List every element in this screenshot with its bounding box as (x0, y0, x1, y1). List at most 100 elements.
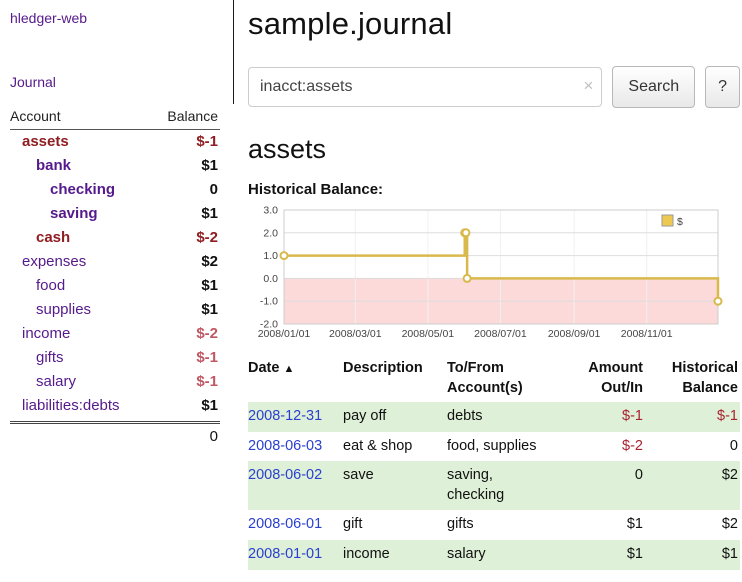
account-row: checking 0 (10, 178, 220, 202)
account-link-liabilities-debts[interactable]: liabilities:debts (10, 397, 120, 415)
register-table: Date ▲ Description To/From Account(s) Am… (248, 357, 740, 570)
clear-search-icon[interactable]: × (583, 76, 593, 96)
svg-text:2008/07/01: 2008/07/01 (474, 328, 527, 340)
svg-text:2008/03/01: 2008/03/01 (329, 328, 382, 340)
total-balance: 0 (210, 428, 218, 445)
app-title-link[interactable]: hledger-web (10, 10, 220, 26)
register-header-row: Date ▲ Description To/From Account(s) Am… (248, 357, 740, 402)
transaction-amount: $-1 (559, 402, 645, 432)
sort-ascending-icon: ▲ (283, 363, 294, 375)
account-balance: $1 (201, 157, 218, 175)
account-column-label: Account (10, 108, 61, 124)
register-row: 2008-12-31 pay off debts $-1 $-1 (248, 402, 740, 432)
account-row: cash $-2 (10, 226, 220, 250)
account-balance: $-2 (196, 325, 218, 343)
svg-text:2008/05/01: 2008/05/01 (402, 328, 455, 340)
transaction-accounts: debts (447, 402, 559, 432)
transaction-accounts: saving, checking (447, 461, 559, 510)
svg-text:$: $ (677, 216, 683, 228)
account-row: expenses $2 (10, 250, 220, 274)
transaction-balance: 0 (645, 432, 740, 462)
svg-text:2008/01/01: 2008/01/01 (258, 328, 311, 340)
balance-column-label: Balance (167, 108, 218, 124)
account-balance: $2 (201, 253, 218, 271)
chart-title: Historical Balance: (248, 181, 740, 198)
transaction-balance: $1 (645, 540, 740, 570)
account-link-assets[interactable]: assets (10, 133, 69, 151)
account-balance: $-1 (196, 349, 218, 367)
svg-text:1.0: 1.0 (263, 250, 278, 262)
account-row: assets $-1 (10, 130, 220, 154)
transaction-date-link[interactable]: 2008-06-03 (248, 438, 322, 454)
transaction-balance: $2 (645, 461, 740, 510)
col-header-description: Description (343, 357, 447, 402)
transaction-description: income (343, 540, 447, 570)
account-link-checking[interactable]: checking (10, 181, 115, 199)
sidebar-item-journal[interactable]: Journal (10, 74, 220, 90)
account-balance: $-2 (196, 229, 218, 247)
main-content: sample.journal × Search ? assets Histori… (248, 0, 740, 570)
account-link-bank[interactable]: bank (10, 157, 71, 175)
transaction-amount: 0 (559, 461, 645, 510)
sidebar-divider (233, 0, 234, 104)
help-button[interactable]: ? (705, 66, 740, 108)
transaction-accounts: food, supplies (447, 432, 559, 462)
sidebar: hledger-web Journal Account Balance asse… (0, 0, 232, 445)
transaction-date-link[interactable]: 2008-06-01 (248, 516, 322, 532)
account-link-supplies[interactable]: supplies (10, 301, 91, 319)
register-row: 2008-06-01 gift gifts $1 $2 (248, 510, 740, 540)
search-input[interactable] (248, 67, 602, 107)
account-link-salary[interactable]: salary (10, 373, 76, 391)
transaction-amount: $-2 (559, 432, 645, 462)
account-heading: assets (248, 134, 740, 165)
account-balance: $-1 (196, 133, 218, 151)
svg-text:2008/09/01: 2008/09/01 (548, 328, 601, 340)
col-header-accounts: To/From Account(s) (447, 357, 559, 402)
total-row: 0 (10, 424, 220, 445)
date-header-label: Date (248, 360, 279, 376)
account-link-expenses[interactable]: expenses (10, 253, 86, 271)
col-header-date[interactable]: Date ▲ (248, 357, 343, 402)
account-link-gifts[interactable]: gifts (10, 349, 64, 367)
account-row: saving $1 (10, 202, 220, 226)
register-row: 2008-01-01 income salary $1 $1 (248, 540, 740, 570)
account-link-saving[interactable]: saving (10, 205, 98, 223)
account-balance: $1 (201, 397, 218, 415)
account-balance: 0 (210, 181, 218, 199)
search-bar: × Search ? (248, 66, 740, 108)
historical-balance-chart: 3.02.01.00.0-1.0-2.02008/01/012008/03/01… (248, 202, 726, 342)
col-header-balance: Historical Balance (645, 357, 740, 402)
account-link-food[interactable]: food (10, 277, 65, 295)
transaction-amount: $1 (559, 540, 645, 570)
transaction-date-link[interactable]: 2008-01-01 (248, 546, 322, 562)
transaction-accounts: salary (447, 540, 559, 570)
svg-text:-1.0: -1.0 (260, 296, 278, 308)
col-header-amount: Amount Out/In (559, 357, 645, 402)
account-tree: Account Balance assets $-1 bank $1 check… (10, 108, 220, 445)
transaction-description: pay off (343, 402, 447, 432)
transaction-accounts: gifts (447, 510, 559, 540)
transaction-balance: $-1 (645, 402, 740, 432)
account-row: salary $-1 (10, 370, 220, 394)
account-row: bank $1 (10, 154, 220, 178)
page-title: sample.journal (248, 6, 740, 42)
account-tree-header: Account Balance (10, 108, 220, 130)
account-balance: $-1 (196, 373, 218, 391)
account-link-income[interactable]: income (10, 325, 70, 343)
transaction-description: gift (343, 510, 447, 540)
account-row: gifts $-1 (10, 346, 220, 370)
transaction-date-link[interactable]: 2008-12-31 (248, 408, 322, 424)
account-row: supplies $1 (10, 298, 220, 322)
svg-text:2.0: 2.0 (263, 227, 278, 239)
svg-text:0.0: 0.0 (263, 273, 278, 285)
account-row: liabilities:debts $1 (10, 394, 220, 418)
transaction-description: save (343, 461, 447, 510)
search-button[interactable]: Search (612, 66, 695, 108)
account-balance: $1 (201, 301, 218, 319)
account-link-cash[interactable]: cash (10, 229, 70, 247)
search-box: × (248, 67, 602, 107)
account-row: food $1 (10, 274, 220, 298)
transaction-amount: $1 (559, 510, 645, 540)
transaction-date-link[interactable]: 2008-06-02 (248, 467, 322, 483)
svg-text:2008/11/01: 2008/11/01 (621, 328, 673, 340)
